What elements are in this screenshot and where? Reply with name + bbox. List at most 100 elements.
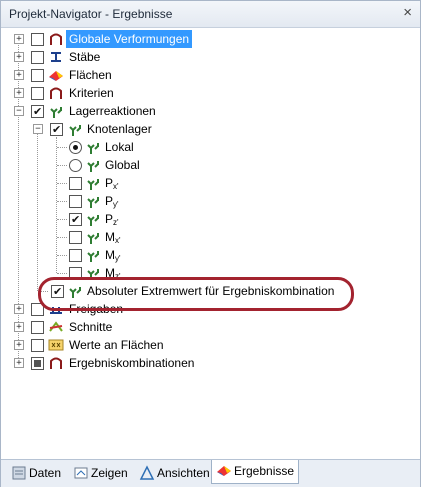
display-icon [74,467,88,479]
tree-item-lokal[interactable]: Lokal [1,138,420,156]
tree-item-staebe[interactable]: + Stäbe [1,48,420,66]
component-subscript: z' [113,218,119,227]
project-navigator-panel: Projekt-Navigator - Ergebnisse × + Globa… [0,0,421,487]
tree-item-global[interactable]: Global [1,156,420,174]
tree-line [57,255,67,256]
support-reaction-icon [87,143,99,154]
tree-item-knotenlager[interactable]: − Knotenlager [1,120,420,139]
radio[interactable] [69,159,82,172]
support-reaction-icon [87,215,99,226]
tree-item-schnitte[interactable]: + Schnitte [1,318,420,336]
views-icon [139,465,155,480]
tab-label: Ansichten [157,466,210,480]
support-reaction-icon [87,161,99,172]
deformation-icon [50,33,62,45]
checkbox-checked[interactable] [69,211,82,229]
tree-item-mx[interactable]: Mx' [1,228,420,246]
component-subscript: y' [115,254,121,263]
navigator-tabs: Daten Zeigen Ansichten Ergebnisse [1,459,420,487]
tree-item-label: Lokal [105,140,134,154]
checkbox[interactable] [69,177,82,190]
checkbox[interactable] [31,69,44,82]
checkbox[interactable] [31,339,44,352]
tree-item-flaechen[interactable]: + Flächen [1,66,420,84]
checkbox[interactable] [31,321,44,334]
tree-line [57,165,67,166]
section-icon [49,321,63,332]
support-reaction-icon [87,251,99,262]
support-reaction-icon [69,125,81,136]
tree-item-my[interactable]: My' [1,246,420,264]
close-icon[interactable]: × [403,4,412,22]
tree-line [57,201,67,202]
component-subscript: x' [115,236,121,245]
criteria-icon [50,87,62,99]
expand-icon[interactable]: + [14,52,24,62]
expand-icon[interactable]: + [14,358,24,368]
tree-item-globale-verformungen[interactable]: + Globale Verformungen [1,30,420,48]
component-symbol: P [105,212,114,226]
expand-icon[interactable]: + [14,322,24,332]
checkbox[interactable] [69,231,82,244]
tree-item-pz[interactable]: Pz' [1,210,420,229]
support-reaction-icon [50,107,62,118]
tree-line [57,237,67,238]
tree-item-label: Schnitte [69,320,113,334]
tab-label: Zeigen [91,466,128,480]
component-subscript: y' [113,200,119,209]
checkbox[interactable] [69,195,82,208]
tree-item-label: Werte an Flächen [69,338,164,352]
component-symbol: P [105,176,114,190]
expand-icon[interactable]: + [14,304,24,314]
component-subscript: x' [113,182,119,191]
results-icon [217,466,231,476]
results-tree: + Globale Verformungen + Stäbe + Flächen… [1,27,420,455]
checkbox-partial[interactable] [31,357,44,370]
radio-selected[interactable] [69,141,82,154]
checkbox-checked[interactable] [50,121,63,139]
expand-icon[interactable]: + [14,88,24,98]
expand-icon[interactable]: + [14,340,24,350]
title-bar: Projekt-Navigator - Ergebnisse × [1,1,420,28]
tree-item-ergebniskombinationen[interactable]: + Ergebniskombinationen [1,354,420,372]
expand-icon[interactable]: + [14,70,24,80]
tree-item-label: Stäbe [69,50,101,64]
tab-label: Daten [29,466,62,480]
tab-zeigen[interactable]: Zeigen [69,463,132,483]
tree-item-label: Lagerreaktionen [69,104,156,118]
component-symbol: P [105,194,114,208]
tree-item-label: Flächen [69,68,112,82]
tree-line [57,219,67,220]
collapse-icon[interactable]: − [33,124,43,134]
tab-label: Ergebnisse [234,464,295,478]
criteria-icon [50,357,62,369]
tree-item-lagerreaktionen[interactable]: − Lagerreaktionen [1,102,420,121]
expand-icon[interactable]: + [14,34,24,44]
checkbox[interactable] [31,87,44,100]
tree-item-label: Global [105,158,140,172]
tab-ergebnisse[interactable]: Ergebnisse [211,460,300,484]
checkbox-checked[interactable] [31,103,44,121]
tree-item-label: Kriterien [69,86,114,100]
tree-item-werte-an-flaechen[interactable]: + Werte an Flächen [1,336,420,354]
tab-daten[interactable]: Daten [7,463,65,483]
member-icon [51,52,61,62]
tree-item-px[interactable]: Px' [1,174,420,192]
checkbox[interactable] [31,33,44,46]
tab-ansichten[interactable]: Ansichten [135,463,214,483]
values-icon [48,339,64,351]
tree-line [57,147,67,148]
tree-line [57,273,67,274]
support-reaction-icon [87,179,99,190]
tree-item-label: Ergebniskombinationen [69,356,195,370]
panel-title: Projekt-Navigator - Ergebnisse [9,7,173,21]
support-reaction-icon [87,197,99,208]
highlight-annotation [38,277,354,311]
tree-item-label: Globale Verformungen [66,30,193,48]
checkbox[interactable] [69,249,82,262]
tree-item-kriterien[interactable]: + Kriterien [1,84,420,102]
collapse-icon[interactable]: − [14,106,24,116]
checkbox[interactable] [31,51,44,64]
tree-item-py[interactable]: Py' [1,192,420,210]
surface-icon [49,71,63,81]
